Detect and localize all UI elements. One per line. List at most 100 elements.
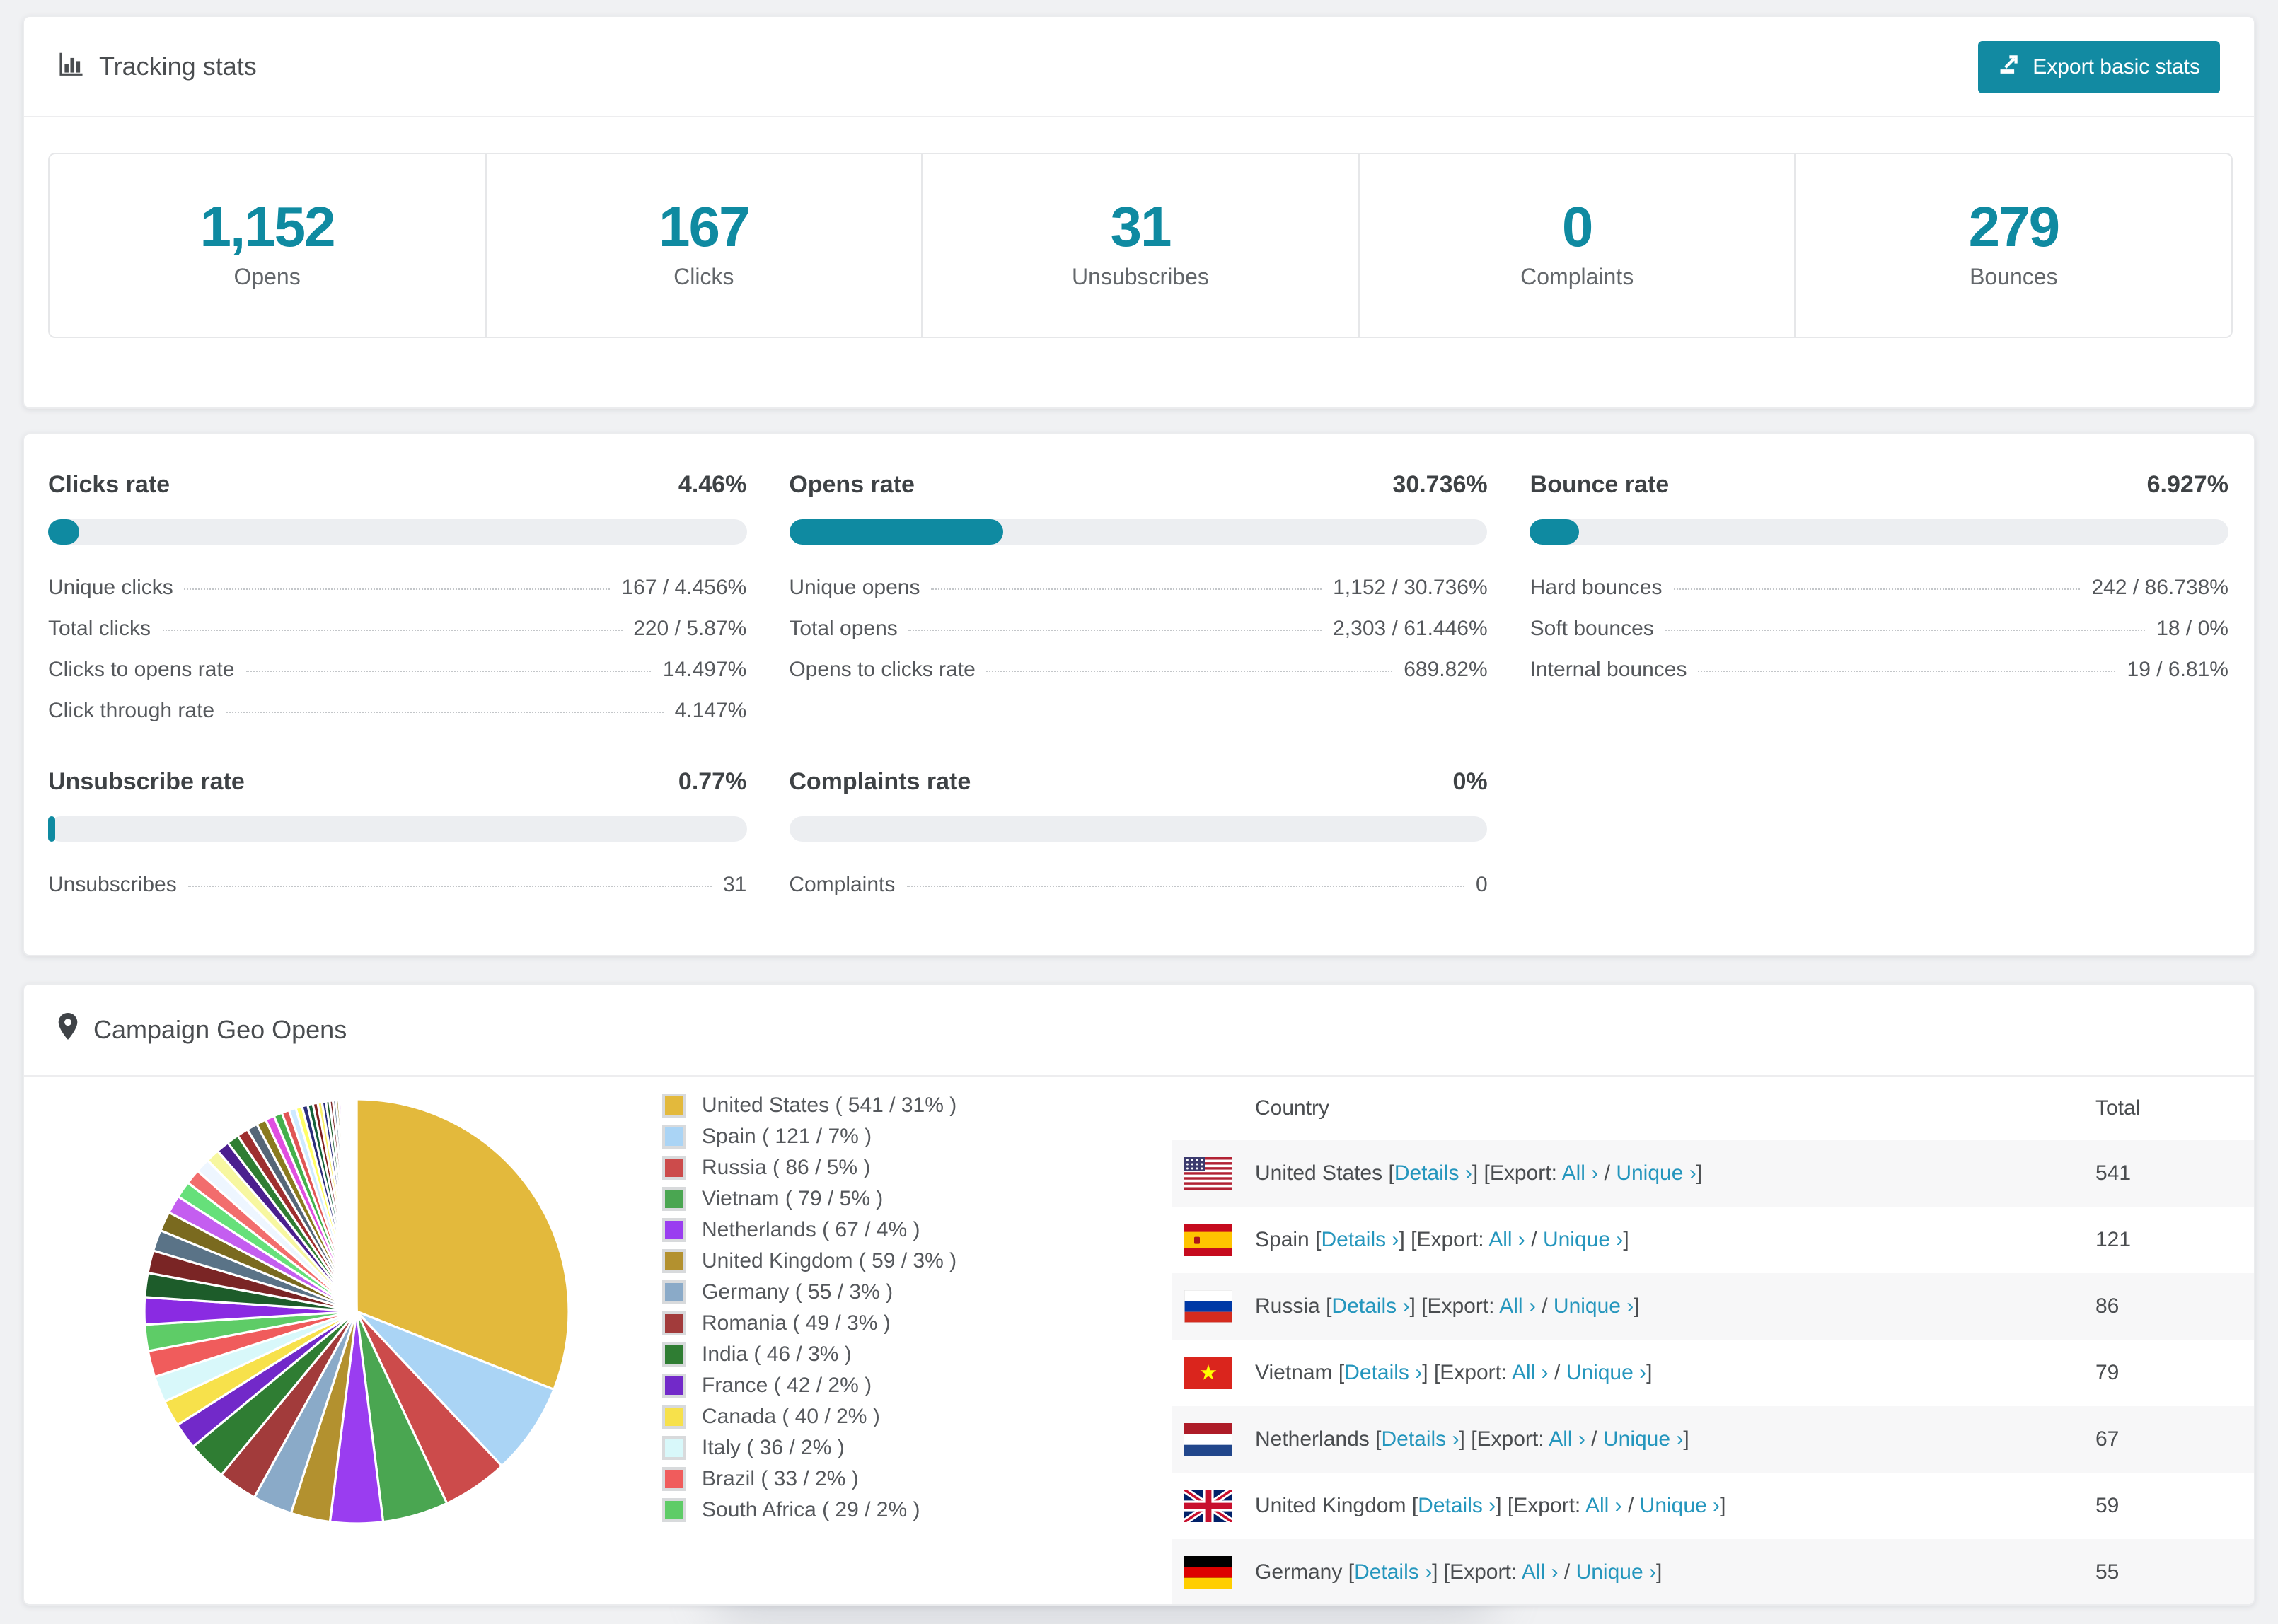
- summary-stat: 1,152 Opens: [50, 154, 487, 337]
- rate-detail-value: 18 / 0%: [2156, 617, 2228, 641]
- total-cell: 86: [2095, 1294, 2120, 1318]
- legend-item: Netherlands ( 67 / 4% ): [662, 1214, 956, 1245]
- export-arrow-icon: [1997, 52, 2020, 81]
- rate-progress-fill: [789, 519, 1004, 545]
- panel-title-text: Campaign Geo Opens: [93, 1015, 347, 1043]
- export-unique-link[interactable]: Unique ›: [1640, 1494, 1720, 1518]
- legend-swatch: [662, 1342, 686, 1366]
- rate-detail-label: Unique opens: [789, 576, 920, 600]
- dashboard-page: Tracking stats Export basic stats 1,152 O…: [0, 0, 2278, 1624]
- stat-label: Clicks: [673, 266, 734, 290]
- geo-table-row: Spain [Details ›] [Export: All › / Uniqu…: [1172, 1207, 2254, 1273]
- rate-detail-value: 2,303 / 61.446%: [1333, 617, 1488, 641]
- flag-es-icon: [1184, 1224, 1232, 1256]
- export-all-link[interactable]: All ›: [1488, 1228, 1525, 1252]
- tracking-stats-panel: Tracking stats Export basic stats 1,152 O…: [23, 16, 2255, 409]
- legend-swatch: [662, 1155, 686, 1179]
- rate-progress-fill: [48, 519, 80, 545]
- rate-title: Unsubscribe rate: [48, 768, 245, 795]
- legend-label: South Africa ( 29 / 2% ): [702, 1497, 920, 1521]
- details-link[interactable]: Details ›: [1381, 1427, 1459, 1451]
- rate-title: Complaints rate: [789, 768, 971, 795]
- flag-us-icon: [1184, 1157, 1232, 1190]
- rate-detail-value: 689.82%: [1404, 658, 1488, 682]
- stat-label: Opens: [233, 266, 301, 290]
- export-unique-link[interactable]: Unique ›: [1616, 1161, 1696, 1185]
- summary-stat: 31 Unsubscribes: [923, 154, 1360, 337]
- legend-label: Russia ( 86 / 5% ): [702, 1155, 871, 1179]
- dotted-leader: [906, 886, 1464, 887]
- legend-item: South Africa ( 29 / 2% ): [662, 1494, 956, 1525]
- flag-vn-icon: [1184, 1357, 1232, 1389]
- export-unique-link[interactable]: Unique ›: [1543, 1228, 1623, 1252]
- legend-swatch: [662, 1497, 686, 1521]
- legend-item: Russia ( 86 / 5% ): [662, 1152, 956, 1183]
- export-unique-link[interactable]: Unique ›: [1566, 1361, 1646, 1385]
- rate-detail-row: Total opens 2,303 / 61.446%: [789, 617, 1487, 658]
- legend-item: Spain ( 121 / 7% ): [662, 1120, 956, 1152]
- country-name: United Kingdom: [1255, 1494, 1406, 1518]
- geo-table-row: Netherlands [Details ›] [Export: All › /…: [1172, 1406, 2254, 1473]
- export-unique-link[interactable]: Unique ›: [1554, 1294, 1634, 1318]
- rate-card: Unsubscribe rate 0.77% Unsubscribes 31: [48, 768, 747, 914]
- rate-progress-bar: [789, 816, 1488, 842]
- geo-opens-table: Country Total United States [Details ›] …: [1172, 1077, 2254, 1604]
- details-link[interactable]: Details ›: [1394, 1161, 1472, 1185]
- legend-label: United Kingdom ( 59 / 3% ): [702, 1248, 957, 1272]
- details-link[interactable]: Details ›: [1321, 1228, 1399, 1252]
- export-all-link[interactable]: All ›: [1512, 1361, 1549, 1385]
- export-all-link[interactable]: All ›: [1585, 1494, 1622, 1518]
- legend-item: Vietnam ( 79 / 5% ): [662, 1183, 956, 1214]
- geo-table-header-row: Country Total: [1172, 1077, 2254, 1140]
- stat-value: 0: [1561, 197, 1594, 259]
- rate-card: Complaints rate 0% Complaints 0: [789, 768, 1488, 914]
- export-basic-stats-button[interactable]: Export basic stats: [1977, 40, 2220, 93]
- details-link[interactable]: Details ›: [1344, 1361, 1422, 1385]
- geo-opens-title: Campaign Geo Opens: [58, 1013, 347, 1047]
- export-all-link[interactable]: All ›: [1499, 1294, 1536, 1318]
- summary-stat: 167 Clicks: [486, 154, 923, 337]
- export-unique-link[interactable]: Unique ›: [1603, 1427, 1683, 1451]
- tracking-stats-header: Tracking stats Export basic stats: [24, 17, 2254, 117]
- legend-swatch: [662, 1435, 686, 1459]
- summary-stat: 279 Bounces: [1796, 154, 2231, 337]
- legend-item: Germany ( 55 / 3% ): [662, 1276, 956, 1307]
- geo-table-row: Vietnam [Details ›] [Export: All › / Uni…: [1172, 1340, 2254, 1406]
- dotted-leader: [931, 588, 1322, 590]
- legend-label: Canada ( 40 / 2% ): [702, 1404, 880, 1428]
- rate-detail-value: 0: [1475, 873, 1488, 897]
- geo-opens-pie-chart[interactable]: [137, 1092, 576, 1531]
- details-link[interactable]: Details ›: [1418, 1494, 1496, 1518]
- export-unique-link[interactable]: Unique ›: [1576, 1560, 1656, 1584]
- rate-detail-label: Clicks to opens rate: [48, 658, 235, 682]
- rate-progress-fill: [1530, 519, 1579, 545]
- stat-value: 31: [1110, 197, 1172, 259]
- export-all-link[interactable]: All ›: [1549, 1427, 1585, 1451]
- legend-label: Italy ( 36 / 2% ): [702, 1435, 845, 1459]
- summary-stat: 0 Complaints: [1360, 154, 1796, 337]
- rate-detail-label: Unsubscribes: [48, 873, 177, 897]
- export-all-link[interactable]: All ›: [1562, 1161, 1599, 1185]
- tracking-stats-title: Tracking stats: [58, 50, 257, 83]
- stat-label: Unsubscribes: [1072, 266, 1209, 290]
- rate-card: Opens rate 30.736% Unique opens 1,152 / 30.…: [789, 471, 1488, 740]
- country-cell: Vietnam [Details ›] [Export: All › / Uni…: [1255, 1361, 1653, 1385]
- export-button-label: Export basic stats: [2033, 54, 2200, 79]
- country-cell: United Kingdom [Details ›] [Export: All …: [1255, 1494, 1726, 1518]
- export-all-link[interactable]: All ›: [1522, 1560, 1559, 1584]
- details-link[interactable]: Details ›: [1331, 1294, 1409, 1318]
- stat-value: 167: [659, 197, 750, 259]
- pie-slice: [354, 1098, 358, 1312]
- dotted-leader: [184, 588, 611, 590]
- flag-de-icon: [1184, 1556, 1232, 1589]
- geo-table-row: United Kingdom [Details ›] [Export: All …: [1172, 1473, 2254, 1539]
- total-cell: 67: [2095, 1427, 2120, 1451]
- dotted-leader: [986, 671, 1393, 672]
- country-name: Germany: [1255, 1560, 1343, 1584]
- details-link[interactable]: Details ›: [1354, 1560, 1432, 1584]
- rate-detail-label: Opens to clicks rate: [789, 658, 976, 682]
- geo-pie-legend: United States ( 541 / 31% ) Spain ( 121 /…: [662, 1089, 956, 1525]
- rate-detail-row: Opens to clicks rate 689.82%: [789, 658, 1487, 699]
- legend-label: Germany ( 55 / 3% ): [702, 1280, 894, 1304]
- rate-progress-bar: [48, 519, 747, 545]
